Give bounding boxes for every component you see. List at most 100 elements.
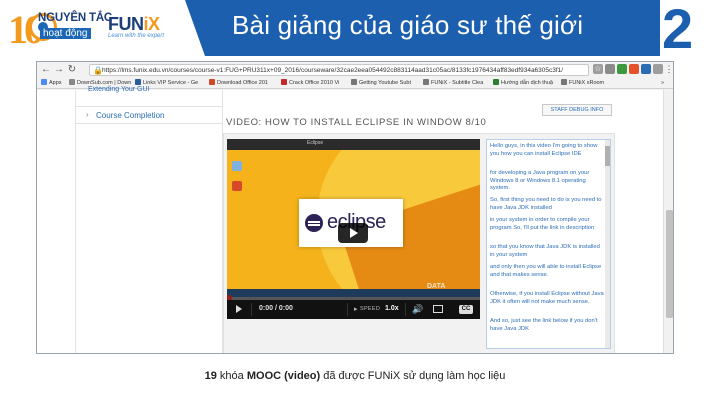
control-divider (251, 303, 252, 316)
bookmark-item[interactable]: Getting Youtube Subt (351, 78, 411, 89)
extension-icon-1[interactable] (605, 64, 615, 74)
page-scroll-thumb[interactable] (666, 210, 673, 318)
page-icon (69, 79, 75, 85)
logo-brand-prefix: FUN (108, 14, 144, 34)
apps-icon (41, 79, 47, 85)
bookmark-label: Hướng dẫn dịch thuậ (501, 80, 553, 86)
bookmark-item[interactable]: Download Office 201 (209, 78, 268, 89)
page-icon (351, 79, 357, 85)
bookmark-label: FUNiX - Subtitle Clea (431, 80, 484, 86)
caption-text-a: khóa (216, 370, 247, 382)
bookmark-label: Download Office 201 (217, 80, 268, 86)
bookmark-label: Links VIP Service - Ge (143, 80, 199, 86)
logo-brand-suffix: iX (143, 14, 161, 34)
menu-icon[interactable]: ⋮ (664, 64, 674, 74)
address-row: ← → ↻ 🔒 https://lms.funix.edu.vn/courses… (37, 62, 673, 78)
nav-link-previous[interactable]: Extending Your GUI (88, 86, 150, 93)
extension-icon-4[interactable] (641, 64, 651, 74)
speed-label[interactable]: SPEED (360, 306, 380, 312)
transcript-panel[interactable]: Hello guys, in this video I'm going to s… (486, 139, 611, 349)
speed-icon[interactable]: ▸ (354, 305, 358, 313)
captions-button[interactable]: CC (459, 305, 473, 314)
transcript-line[interactable]: So, first thing you need to do is you ne… (490, 197, 604, 212)
extension-icon-5[interactable] (653, 64, 663, 74)
unit-content: STAFF DEBUG INFO VIDEO: HOW TO INSTALL E… (223, 90, 619, 353)
transcript-line[interactable]: And so, just see the link below if you d… (490, 318, 604, 333)
eclipse-logo-icon (305, 214, 323, 232)
play-overlay-icon[interactable] (338, 223, 368, 243)
transcript-line[interactable]: Hello guys, in this video I'm going to s… (490, 143, 604, 158)
fullscreen-icon[interactable] (433, 305, 443, 313)
bookmarks-overflow[interactable]: » (661, 78, 664, 89)
bookmark-label: FUNiX xRoom (569, 80, 605, 86)
page-scrollbar[interactable] (663, 90, 673, 353)
course-nav: Extending Your GUI › Course Completion (75, 86, 223, 353)
transcript-line[interactable]: for developing a Java program on your Wi… (490, 170, 604, 193)
extension-icons: ☆ ⋮ (593, 64, 673, 76)
extension-icon-2[interactable] (617, 64, 627, 74)
url-bar[interactable]: 🔒 https://lms.funix.edu.vn/courses/cours… (89, 64, 589, 76)
bookmark-item[interactable]: Hướng dẫn dịch thuậ (493, 78, 553, 89)
slide-number: 2 (662, 0, 694, 60)
page-icon (423, 79, 429, 85)
page-icon (281, 79, 287, 85)
caption-bold: MOOC (video) (246, 370, 321, 382)
logo-tagline: Learn with the expert (108, 33, 165, 39)
extension-icon-3[interactable] (629, 64, 639, 74)
chevron-right-icon: › (86, 110, 89, 119)
windows-taskbar (227, 289, 480, 297)
video-module: Eclipse eclipse DATA 0:00 / 0:00 ▸ SPEED… (223, 133, 615, 353)
desktop-title-bar: Eclipse (227, 139, 480, 150)
transcript-line[interactable]: in your system in order to compile your … (490, 217, 604, 232)
bookmark-item[interactable]: Crack Office 2010 Vi (281, 78, 339, 89)
control-divider (347, 303, 348, 316)
bookmark-label: Getting Youtube Subt (359, 80, 411, 86)
bookmark-label: Crack Office 2010 Vi (289, 80, 340, 86)
transcript-scroll-thumb[interactable] (605, 146, 610, 166)
transcript-line[interactable]: and only then you will able to install E… (490, 264, 604, 279)
playback-time: 0:00 / 0:00 (259, 305, 293, 312)
page-icon (493, 79, 499, 85)
transcript-line[interactable]: Otherwise, if you install Eclipse withou… (490, 291, 604, 306)
page-icon (561, 79, 567, 85)
logo-highlight: hoạt động (40, 28, 91, 39)
player-controls: 0:00 / 0:00 ▸ SPEED 1.0x 🔊 CC (227, 300, 480, 319)
volume-icon[interactable]: 🔊 (412, 304, 423, 315)
back-icon[interactable]: ← (40, 64, 52, 76)
transcript-line[interactable]: so that you know that Java JDK is instal… (490, 244, 604, 259)
forward-icon[interactable]: → (53, 64, 65, 76)
caption-count: 19 (204, 370, 217, 382)
desktop-title: Eclipse (307, 140, 324, 146)
bookmark-item[interactable]: FUNiX - Subtitle Clea (423, 78, 483, 89)
caption-text-b: đã được FUNiX sử dụng làm học liệu (320, 370, 506, 382)
control-divider (405, 303, 406, 316)
funix-logo: 10 NGUYÊN TẮC hoạt động FUNiX Learn with… (0, 0, 200, 56)
nav-link-label: Course Completion (96, 111, 165, 120)
lms-page: Extending Your GUI › Course Completion S… (37, 86, 673, 353)
url-text: https://lms.funix.edu.vn/courses/course-… (102, 67, 564, 74)
video-player[interactable]: Eclipse eclipse DATA 0:00 / 0:00 ▸ SPEED… (227, 139, 480, 319)
browser-window: ← → ↻ 🔒 https://lms.funix.edu.vn/courses… (36, 61, 674, 354)
speed-value[interactable]: 1.0x (385, 305, 399, 312)
bookmark-star-icon[interactable]: ☆ (593, 64, 603, 74)
slide-header: 10 NGUYÊN TẮC hoạt động FUNiX Learn with… (0, 0, 710, 60)
logo-line-1: NGUYÊN TẮC (38, 12, 113, 24)
recycle-bin-icon (232, 161, 242, 171)
bookmark-item[interactable]: Apps (41, 78, 62, 89)
nav-link-course-completion[interactable]: › Course Completion (76, 106, 223, 124)
video-title: VIDEO: HOW TO INSTALL ECLIPSE IN WINDOW … (226, 117, 487, 128)
logo-brand: FUNiX (108, 14, 160, 35)
slide-caption: 19 khóa MOOC (video) đã được FUNiX sử dụ… (0, 370, 710, 382)
play-icon[interactable] (236, 305, 242, 313)
video-watermark: DATA (427, 283, 446, 290)
transcript-scrollbar[interactable] (605, 140, 610, 348)
desktop-app-icon (232, 181, 242, 191)
reload-icon[interactable]: ↻ (66, 64, 78, 76)
bookmark-item[interactable]: FUNiX xRoom (561, 78, 604, 89)
logo-line-2: hoạt động (40, 28, 91, 39)
bookmark-label: Apps (49, 80, 62, 86)
page-icon (135, 79, 141, 85)
slide-title: Bài giảng của giáo sư thế giới (232, 10, 584, 40)
staff-debug-button[interactable]: STAFF DEBUG INFO (542, 104, 612, 116)
page-icon (209, 79, 215, 85)
